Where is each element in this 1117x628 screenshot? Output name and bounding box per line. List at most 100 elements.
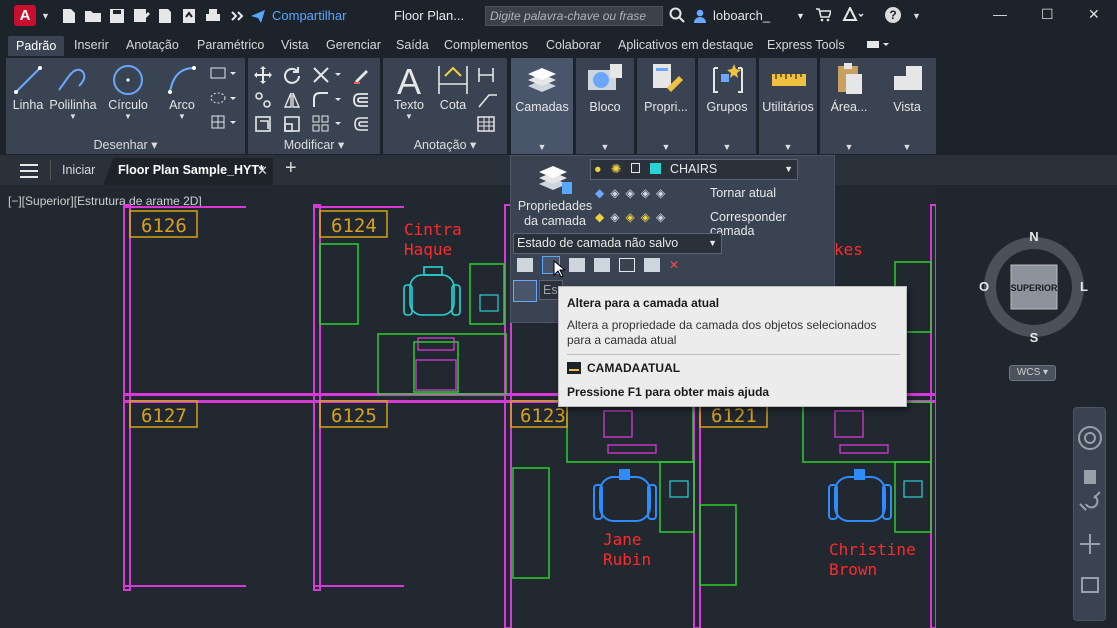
orbit-icon[interactable] — [1080, 534, 1100, 554]
rectangle-icon[interactable] — [210, 66, 238, 83]
layer-merge-icon[interactable] — [594, 258, 610, 272]
annotation-panel-title[interactable]: Anotação ▾ — [383, 137, 507, 152]
tab-floor-plan[interactable]: Floor Plan Sample_HYT* — [118, 163, 264, 177]
menu-hamburger-icon[interactable] — [20, 164, 38, 181]
tab-gerenciar[interactable]: Gerenciar — [326, 38, 381, 52]
maximize-icon[interactable]: ☐ — [1041, 6, 1054, 23]
layer-unisolate-icon[interactable]: ◈ — [610, 210, 619, 224]
match-layer-icon[interactable]: ◈ — [656, 210, 665, 224]
layer-state-combo[interactable]: Estado de camada não salvo ▼ — [513, 233, 722, 254]
layer-previous-icon[interactable] — [644, 258, 660, 272]
help-caret-icon[interactable]: ▼ — [912, 11, 921, 21]
circle-tool[interactable]: Círculo ▼ — [106, 62, 150, 121]
tab-colaborar[interactable]: Colaborar — [546, 38, 601, 52]
tab-anotacao[interactable]: Anotação — [126, 38, 179, 52]
trim-icon[interactable] — [312, 66, 344, 87]
linear-dim-icon[interactable] — [477, 66, 505, 87]
layer-isolate-icon[interactable]: ◈ — [610, 186, 619, 200]
save-icon[interactable] — [108, 7, 126, 25]
make-current-label[interactable]: Tornar atual — [710, 186, 776, 200]
mirror-icon[interactable] — [283, 91, 301, 112]
gradient-icon[interactable] — [210, 115, 238, 132]
cart-icon[interactable] — [815, 7, 833, 26]
copy-objects-new-layer-icon[interactable] — [569, 258, 585, 272]
wcs-menu[interactable]: WCS ▾ — [1009, 365, 1056, 381]
tab-inserir[interactable]: Inserir — [74, 38, 109, 52]
block-button[interactable]: Bloco ▼ — [576, 58, 634, 154]
utilities-button[interactable]: Utilitários ▼ — [759, 58, 817, 154]
properties-button[interactable]: Propri... ▼ — [637, 58, 695, 154]
stretch-icon[interactable] — [254, 115, 272, 136]
tab-aplicativos[interactable]: Aplicativos em destaque — [618, 38, 754, 52]
scale-icon[interactable] — [283, 115, 301, 136]
array-icon[interactable] — [312, 115, 344, 136]
text-tool[interactable]: A Texto ▼ — [389, 62, 429, 121]
ribbon-options-icon[interactable] — [866, 38, 890, 52]
tab-express-tools[interactable]: Express Tools — [767, 38, 845, 52]
tab-saida[interactable]: Saída — [396, 38, 429, 52]
explode-icon[interactable] — [352, 91, 370, 112]
arc-tool[interactable]: Arco ▼ — [160, 62, 204, 121]
app-menu-caret-icon[interactable]: ▼ — [41, 11, 50, 21]
groups-button[interactable]: Grupos ▼ — [698, 58, 756, 154]
close-tab-icon[interactable]: ✕ — [257, 163, 268, 179]
tab-parametrico[interactable]: Paramétrico — [197, 38, 264, 52]
leader-icon[interactable] — [477, 91, 505, 112]
tab-vista[interactable]: Vista — [281, 38, 309, 52]
copy-icon[interactable] — [254, 91, 272, 112]
share-button[interactable]: Compartilhar — [250, 8, 346, 23]
save-as-icon[interactable] — [132, 7, 150, 25]
polyline-tool[interactable]: Polilinha ▼ — [48, 62, 98, 121]
layer-delete-icon[interactable]: ✕ — [669, 258, 679, 274]
layer-properties-tool[interactable]: Propriedades da camada — [517, 160, 593, 229]
table-icon[interactable] — [477, 115, 495, 136]
layer-off-icon[interactable]: ◆ — [595, 186, 604, 200]
line-tool[interactable]: Linha — [12, 62, 44, 112]
app-menu-button[interactable]: A — [14, 5, 36, 26]
clipboard-button[interactable]: Área... ▼ — [820, 58, 878, 154]
draw-panel-title[interactable]: Desenhar ▾ — [6, 137, 245, 152]
viewcube[interactable]: SUPERIOR N S L O — [976, 225, 1092, 347]
layer-lock-icon[interactable]: ◈ — [641, 186, 650, 200]
new-file-icon[interactable] — [60, 7, 78, 25]
tab-padrao[interactable]: Padrão — [8, 36, 65, 57]
showmotion-icon[interactable] — [1081, 577, 1099, 593]
current-layer-combo[interactable]: ● ✺ CHAIRS ▼ — [590, 159, 798, 180]
tab-iniciar[interactable]: Iniciar — [62, 163, 95, 177]
move-icon[interactable] — [254, 66, 272, 87]
dimension-tool[interactable]: Cota — [433, 62, 473, 112]
layers-button[interactable]: Camadas ▼ — [511, 58, 573, 154]
layer-unlock-icon[interactable]: ◈ — [641, 210, 650, 224]
tab-complementos[interactable]: Complementos — [444, 38, 528, 52]
layer-walk-icon[interactable] — [517, 258, 533, 272]
open-folder-icon[interactable] — [84, 7, 102, 25]
modify-panel-title[interactable]: Modificar ▾ — [248, 137, 380, 152]
user-caret-icon[interactable]: ▼ — [796, 11, 805, 21]
publish-web-icon[interactable] — [156, 7, 174, 25]
help-icon[interactable]: ? — [885, 7, 901, 23]
more-qat-icon[interactable] — [228, 7, 246, 25]
layer-on-icon[interactable]: ◆ — [595, 210, 604, 224]
rotate-icon[interactable] — [283, 66, 301, 87]
match-layer-label[interactable]: Corresponder camada — [710, 210, 834, 238]
close-icon[interactable]: ✕ — [1088, 6, 1100, 23]
share-cloud-icon[interactable] — [180, 7, 198, 25]
zoom-icon[interactable] — [1079, 491, 1101, 511]
layer-translate-icon[interactable] — [513, 280, 537, 302]
layer-thaw-icon[interactable]: ◈ — [625, 210, 634, 224]
minimize-icon[interactable]: — — [993, 6, 1007, 22]
layer-isolate-viewport-icon[interactable] — [619, 258, 635, 272]
erase-icon[interactable] — [352, 66, 370, 87]
user-account[interactable]: loboarch_ — [693, 8, 770, 23]
make-current-icon[interactable]: ◈ — [656, 186, 665, 200]
steering-wheel-icon[interactable] — [1078, 426, 1102, 450]
hatch-icon[interactable] — [210, 91, 238, 108]
pan-hand-icon[interactable] — [1084, 470, 1096, 484]
search-icon[interactable] — [669, 7, 685, 26]
search-input[interactable]: Digite palavra-chave ou frase — [485, 6, 663, 26]
autodesk-app-icon[interactable] — [842, 5, 864, 26]
plot-printer-icon[interactable] — [204, 7, 222, 25]
fillet-icon[interactable] — [312, 91, 344, 112]
view-button[interactable]: Vista ▼ — [878, 58, 936, 154]
new-tab-icon[interactable]: + — [285, 157, 297, 180]
